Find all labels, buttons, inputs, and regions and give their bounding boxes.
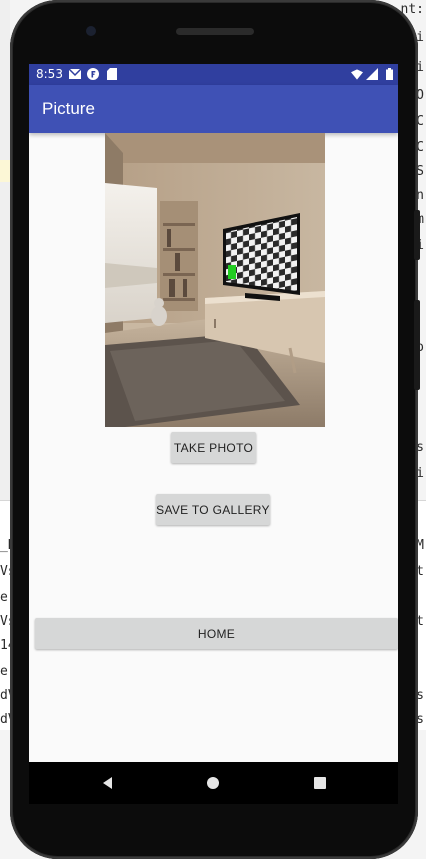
take-photo-button[interactable]: TAKE PHOTO — [171, 432, 256, 463]
battery-icon — [383, 68, 395, 80]
sd-card-icon — [106, 68, 118, 80]
app-title: Picture — [42, 99, 95, 118]
device-screen: 8:53 Picture TAKE PHOTO SAVE TO GALLERY … — [29, 64, 398, 762]
power-button — [414, 300, 420, 390]
status-time: 8:53 — [36, 67, 63, 81]
signal-icon — [366, 68, 378, 80]
gmail-icon — [69, 68, 81, 80]
home-circle-icon[interactable] — [204, 774, 222, 792]
navigation-bar — [29, 762, 398, 804]
ide-console-fragment: e — [0, 590, 8, 605]
back-icon[interactable] — [99, 774, 117, 792]
wifi-icon — [351, 68, 363, 80]
save-to-gallery-button[interactable]: SAVE TO GALLERY — [156, 494, 270, 525]
captured-photo-image — [105, 133, 325, 427]
f-icon — [87, 68, 99, 80]
recents-icon[interactable] — [311, 774, 329, 792]
ide-console-fragment: e — [0, 664, 8, 679]
ide-gutter — [0, 0, 10, 500]
earpiece-speaker — [176, 28, 254, 35]
status-bar: 8:53 — [29, 64, 398, 85]
home-button[interactable]: HOME — [35, 618, 398, 649]
volume-button — [414, 210, 420, 260]
app-bar: Picture — [29, 85, 398, 133]
front-camera — [86, 26, 96, 36]
